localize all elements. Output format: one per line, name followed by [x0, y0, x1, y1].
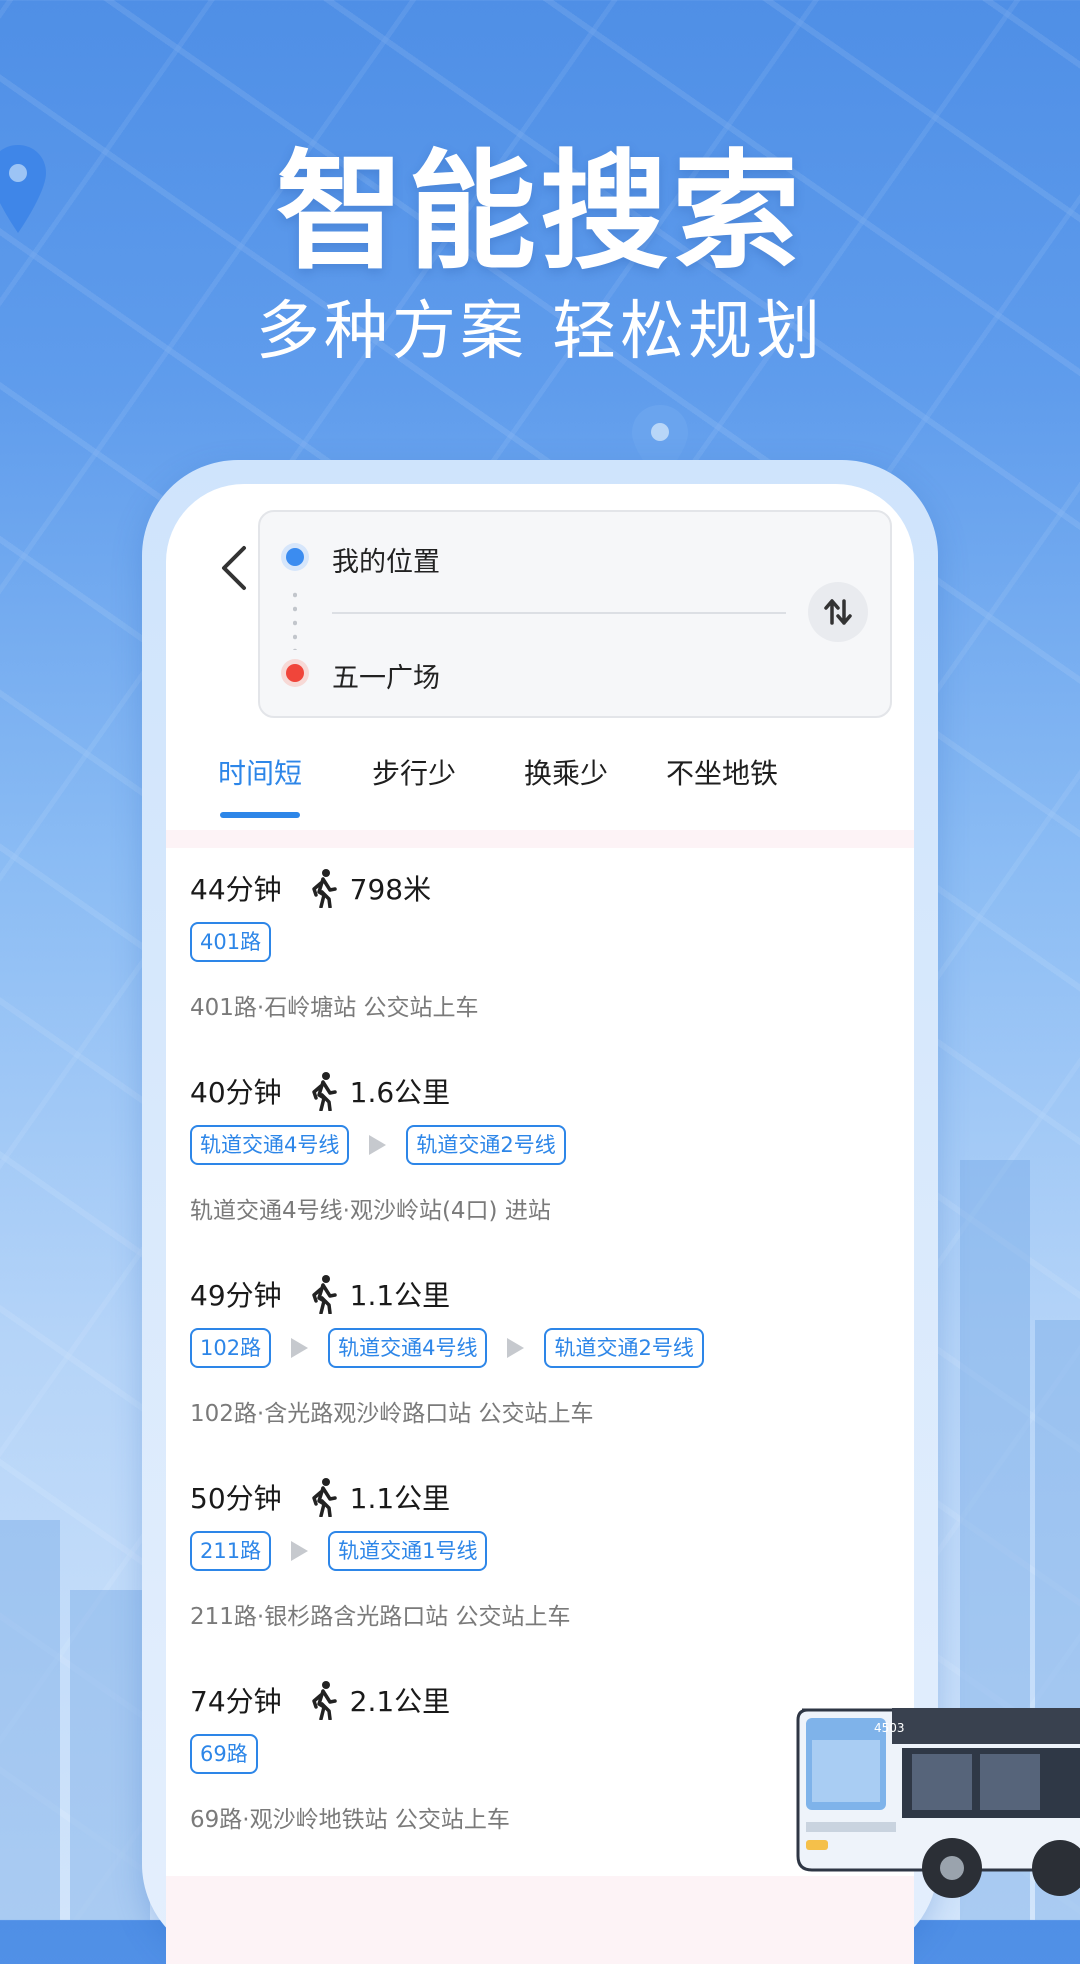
- walking-icon: [311, 869, 337, 908]
- swap-route-button[interactable]: [808, 582, 868, 642]
- walking-icon: [311, 1275, 337, 1314]
- route-description: 69路·观沙岭地铁站 公交站上车: [190, 1807, 510, 1833]
- walk-distance: 1.1公里: [349, 1482, 451, 1515]
- line-tag: 102路: [190, 1328, 272, 1368]
- city-building: [70, 1590, 150, 1920]
- transfer-arrow-icon: [507, 1338, 525, 1358]
- city-building: [0, 1520, 60, 1920]
- line-tag: 401路: [190, 922, 272, 962]
- duration: 50分钟: [190, 1482, 282, 1515]
- duration: 40分钟: [190, 1076, 282, 1109]
- walk-distance: 1.1公里: [349, 1279, 451, 1312]
- tab-fewer-transfers[interactable]: 换乘少: [524, 752, 608, 792]
- transfer-arrow-icon: [291, 1338, 309, 1358]
- bus-number: 4503: [874, 1721, 905, 1735]
- walking-icon: [311, 1072, 337, 1111]
- destination-field[interactable]: 五一广场: [332, 656, 440, 695]
- line-tag: 轨道交通4号线: [328, 1328, 488, 1368]
- back-arrow-icon[interactable]: [214, 540, 254, 596]
- walk-distance: 2.1公里: [349, 1685, 451, 1718]
- destination-dot-icon: [286, 664, 304, 682]
- transfer-arrow-icon: [369, 1135, 387, 1155]
- route-description: 211路·银杉路含光路口站 公交站上车: [190, 1604, 571, 1630]
- line-tag: 轨道交通4号线: [190, 1125, 350, 1165]
- sort-tabs: 时间短 步行少 换乘少 不坐地铁: [166, 752, 914, 828]
- hero-subtitle: 多种方案 轻松规划: [255, 295, 825, 369]
- line-tag: 轨道交通2号线: [544, 1328, 704, 1368]
- walking-icon: [311, 1681, 337, 1720]
- walk-distance: 1.6公里: [349, 1076, 451, 1109]
- route-input-panel: 我的位置 五一广场: [258, 510, 892, 718]
- hero-title: 智能搜索: [275, 138, 804, 287]
- walking-icon: [311, 1478, 337, 1517]
- tab-time-short[interactable]: 时间短: [218, 752, 302, 792]
- tab-less-walking[interactable]: 步行少: [372, 752, 456, 792]
- section-separator: [166, 830, 914, 848]
- active-tab-indicator: [220, 812, 300, 818]
- duration: 44分钟: [190, 873, 282, 906]
- duration: 74分钟: [190, 1685, 282, 1718]
- divider: [332, 612, 786, 614]
- line-tag: 轨道交通2号线: [406, 1125, 566, 1165]
- line-tag: 211路: [190, 1531, 272, 1571]
- line-tag: 69路: [190, 1734, 258, 1774]
- origin-field[interactable]: 我的位置: [332, 540, 440, 579]
- duration: 49分钟: [190, 1279, 282, 1312]
- route-description: 轨道交通4号线·观沙岭站(4口) 进站: [190, 1198, 551, 1224]
- tab-no-subway[interactable]: 不坐地铁: [666, 752, 778, 792]
- line-tag: 轨道交通1号线: [328, 1531, 488, 1571]
- swap-icon: [824, 599, 852, 625]
- walk-distance: 798米: [349, 873, 432, 906]
- origin-dot-icon: [286, 548, 304, 566]
- route-connector: [293, 588, 297, 650]
- route-description: 102路·含光路观沙岭路口站 公交站上车: [190, 1401, 594, 1427]
- route-description: 401路·石岭塘站 公交站上车: [190, 995, 479, 1021]
- bus-illustration: 4503: [796, 1708, 1080, 1898]
- transfer-arrow-icon: [291, 1541, 309, 1561]
